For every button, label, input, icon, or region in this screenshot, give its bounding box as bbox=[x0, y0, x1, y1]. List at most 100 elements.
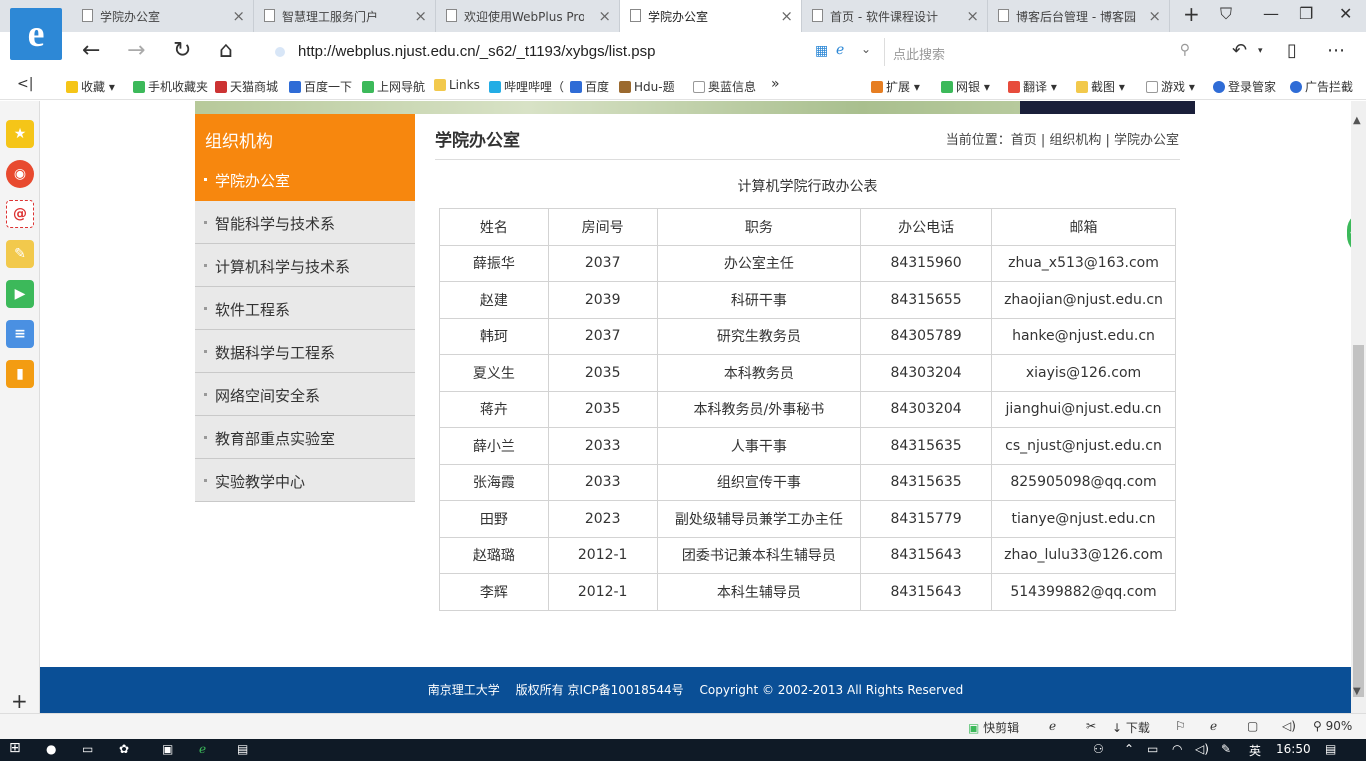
qr-icon[interactable]: ▦ bbox=[815, 43, 828, 59]
toolbar-adblock[interactable]: 广告拦截 bbox=[1290, 78, 1353, 95]
more-icon[interactable]: ⋯ bbox=[1327, 40, 1345, 62]
sidebar-item-lab[interactable]: 教育部重点实验室 bbox=[195, 416, 415, 459]
cortana-icon[interactable]: ● bbox=[46, 742, 56, 756]
window-icon[interactable]: ▢ bbox=[1247, 719, 1258, 733]
home-icon[interactable]: ⌂ bbox=[219, 40, 233, 62]
sidebar-item-se[interactable]: 软件工程系 bbox=[195, 287, 415, 330]
tab-4[interactable]: 首页 - 软件课程设计 × bbox=[802, 0, 988, 32]
sidebar-toggle-icon[interactable]: <| bbox=[17, 76, 33, 92]
url-field[interactable]: http://webplus.njust.edu.cn/_s62/_t1193/… bbox=[298, 43, 655, 60]
phone-icon[interactable]: ▯ bbox=[1287, 40, 1297, 62]
browser-mode-icon[interactable]: ℯ bbox=[1210, 719, 1217, 733]
sidebar-item-teaching[interactable]: 实验教学中心 bbox=[195, 459, 415, 502]
new-tab-button[interactable]: + bbox=[1183, 2, 1200, 26]
search-box[interactable]: 点此搜索 ⚲ bbox=[884, 38, 1200, 66]
notes-icon[interactable]: ✎ bbox=[6, 240, 34, 268]
refresh-icon[interactable]: ↻ bbox=[173, 40, 191, 62]
bookmark-baidu[interactable]: 百度 bbox=[570, 78, 609, 95]
sidebar-item-ds[interactable]: 数据科学与工程系 bbox=[195, 330, 415, 373]
toolbar-translate[interactable]: 翻译 ▾ bbox=[1008, 78, 1057, 95]
cell-phone: 84315635 bbox=[860, 463, 993, 501]
tab-2[interactable]: 欢迎使用WebPlus Pro × bbox=[436, 0, 620, 32]
bookmark-favorites[interactable]: 收藏 ▾ bbox=[66, 78, 115, 95]
bookmark-links[interactable]: Links bbox=[434, 78, 480, 92]
more-bookmarks-icon[interactable]: » bbox=[771, 76, 780, 92]
table-row: 夏义生 2035 本科教务员 84303204 xiayis@126.com bbox=[439, 354, 1176, 392]
document-icon[interactable]: ≡ bbox=[6, 320, 34, 348]
back-icon[interactable]: ← bbox=[82, 40, 100, 62]
speaker-icon[interactable]: ◁) bbox=[1195, 742, 1209, 756]
bookmark-aolan[interactable]: 奥蓝信息 bbox=[693, 78, 756, 95]
tab-0[interactable]: 学院办公室 × bbox=[72, 0, 254, 32]
quick-edit-button[interactable]: ▣ 快剪辑 bbox=[968, 719, 1019, 736]
tab-3-active[interactable]: 学院办公室 × bbox=[620, 0, 802, 32]
bookmark-nav[interactable]: 上网导航 bbox=[362, 78, 425, 95]
clock[interactable]: 16:50 bbox=[1276, 742, 1311, 756]
tv-icon[interactable]: ▶ bbox=[6, 280, 34, 308]
bookmark-bilibili[interactable]: 哔哩哔哩（ bbox=[489, 78, 564, 95]
maximize-icon[interactable]: ❐ bbox=[1299, 4, 1313, 23]
user-icon[interactable]: ⚇ bbox=[1093, 742, 1104, 756]
volume-icon[interactable]: ◁) bbox=[1282, 719, 1296, 733]
sidebar-item-security[interactable]: 网络空间安全系 bbox=[195, 373, 415, 416]
toolbar-login[interactable]: 登录管家 bbox=[1213, 78, 1276, 95]
weibo-icon[interactable]: ◉ bbox=[6, 160, 34, 188]
ime-indicator[interactable]: 英 bbox=[1249, 742, 1261, 759]
scroll-up-icon[interactable]: ▲ bbox=[1353, 115, 1361, 126]
zoom-control[interactable]: ⚲ 90% bbox=[1313, 719, 1352, 733]
close-icon[interactable]: × bbox=[780, 7, 793, 25]
search-icon[interactable]: ⚲ bbox=[1180, 42, 1190, 58]
toolbar-screenshot[interactable]: 截图 ▾ bbox=[1076, 78, 1125, 95]
shirt-icon[interactable]: ⛉ bbox=[1220, 4, 1232, 24]
mail-icon[interactable]: @ bbox=[6, 200, 34, 228]
browser-logo-icon[interactable]: e bbox=[10, 8, 62, 60]
sidebar-item-cs[interactable]: 计算机科学与技术系 bbox=[195, 244, 415, 287]
book-icon[interactable]: ▮ bbox=[6, 360, 34, 388]
tools-icon[interactable]: ✂ bbox=[1086, 719, 1096, 733]
tab-1[interactable]: 智慧理工服务门户 × bbox=[254, 0, 436, 32]
flag-icon[interactable]: ⚐ bbox=[1175, 719, 1186, 733]
bookmark-tmall[interactable]: 天猫商城 bbox=[215, 78, 278, 95]
task-view-icon[interactable]: ▭ bbox=[82, 742, 93, 756]
toolbar-bank[interactable]: 网银 ▾ bbox=[941, 78, 990, 95]
undo-icon[interactable]: ↶ bbox=[1232, 40, 1247, 62]
scrollbar-thumb[interactable] bbox=[1353, 345, 1364, 697]
close-icon[interactable]: × bbox=[966, 7, 979, 25]
bookmark-baidu-search[interactable]: 百度一下 bbox=[289, 78, 352, 95]
wifi-icon[interactable]: ◠ bbox=[1172, 742, 1182, 756]
toolbar-games[interactable]: 游戏 ▾ bbox=[1146, 78, 1195, 95]
notepad-icon[interactable]: ▤ bbox=[237, 742, 248, 756]
minimize-icon[interactable]: — bbox=[1263, 4, 1279, 23]
close-icon[interactable]: × bbox=[598, 7, 611, 25]
browser-taskbar-icon[interactable]: ℯ bbox=[199, 742, 206, 756]
chevron-up-icon[interactable]: ⌃ bbox=[1124, 742, 1134, 756]
sidebar-item-office[interactable]: 学院办公室 bbox=[195, 158, 415, 201]
chevron-down-icon[interactable]: ▾ bbox=[1258, 46, 1263, 56]
search-input[interactable]: 点此搜索 bbox=[893, 44, 945, 63]
vertical-scrollbar[interactable]: ▲ ▼ bbox=[1351, 101, 1366, 713]
close-icon[interactable]: × bbox=[1148, 7, 1161, 25]
pen-icon[interactable]: ✎ bbox=[1221, 742, 1231, 756]
add-icon[interactable]: + bbox=[11, 689, 28, 713]
ie-icon[interactable]: ℯ bbox=[1049, 719, 1056, 733]
toolbar-extensions[interactable]: 扩展 ▾ bbox=[871, 78, 920, 95]
chevron-down-icon[interactable]: ⌄ bbox=[861, 42, 871, 56]
breadcrumb[interactable]: 当前位置：首页 | 组织机构 | 学院办公室 bbox=[946, 129, 1179, 148]
close-icon[interactable]: × bbox=[414, 7, 427, 25]
notification-icon[interactable]: ▤ bbox=[1325, 742, 1336, 756]
computer-icon[interactable]: ▣ bbox=[162, 742, 173, 756]
scroll-down-icon[interactable]: ▼ bbox=[1353, 686, 1361, 697]
tab-5[interactable]: 博客后台管理 - 博客园 × bbox=[988, 0, 1170, 32]
battery-icon[interactable]: ▭ bbox=[1147, 742, 1158, 756]
windows-start-icon[interactable]: ⊞ bbox=[9, 740, 21, 756]
close-window-icon[interactable]: ✕ bbox=[1339, 4, 1352, 23]
pinwheel-icon[interactable]: ✿ bbox=[119, 742, 129, 756]
close-icon[interactable]: × bbox=[232, 7, 245, 25]
ie-mode-icon[interactable]: ℯ bbox=[836, 42, 844, 58]
bookmark-hdu[interactable]: Hdu-题 bbox=[619, 78, 675, 95]
favorites-star-icon[interactable]: ★ bbox=[6, 120, 34, 148]
sidebar-item-ai[interactable]: 智能科学与技术系 bbox=[195, 201, 415, 244]
bookmark-mobile[interactable]: 手机收藏夹 bbox=[133, 78, 208, 95]
download-button[interactable]: ↓ 下载 bbox=[1112, 719, 1150, 736]
forward-icon[interactable]: → bbox=[127, 40, 145, 62]
